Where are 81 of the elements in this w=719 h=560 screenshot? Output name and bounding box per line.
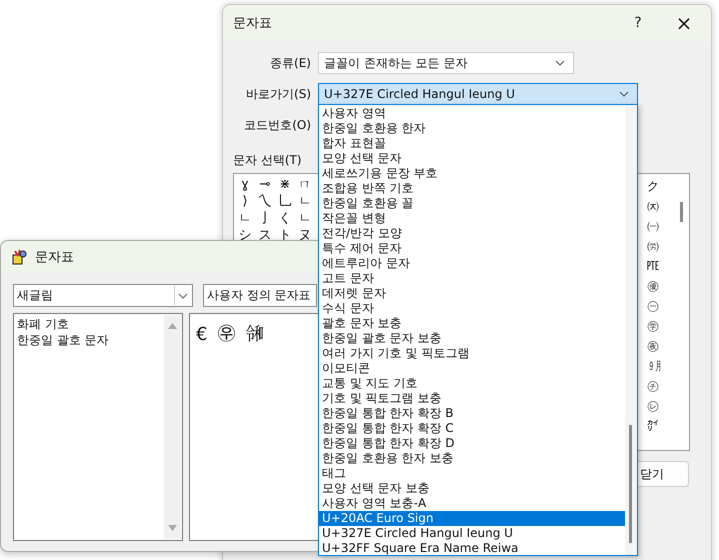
character-cell[interactable]: ㈠ bbox=[643, 216, 663, 236]
dropdown-item[interactable]: U+20AC Euro Sign bbox=[319, 511, 625, 526]
grid-label: 문자 선택(T) bbox=[233, 152, 302, 169]
scrollbar-thumb[interactable] bbox=[629, 425, 632, 543]
scroll-down-icon[interactable] bbox=[168, 525, 177, 531]
dropdown-item[interactable]: 기호 및 픽토그램 보충 bbox=[319, 391, 625, 406]
chevron-icon bbox=[619, 91, 629, 97]
character-cell[interactable]: 乚 bbox=[278, 193, 292, 210]
character-cell[interactable]: ヌ bbox=[298, 227, 312, 244]
character-cell[interactable]: ㊰ bbox=[643, 336, 663, 356]
field-label: 종류(E) bbox=[269, 54, 311, 72]
chevron-icon bbox=[555, 60, 565, 66]
dropdown-item[interactable]: 특수 제어 문자 bbox=[319, 241, 625, 256]
character-cell[interactable]: ㄇ bbox=[298, 176, 312, 193]
dropdown-item[interactable]: U+327E Circled Hangul Ieung U bbox=[319, 526, 625, 541]
dropdown-item[interactable]: 에트루리아 문자 bbox=[319, 256, 625, 271]
close-button[interactable]: × bbox=[661, 5, 707, 41]
character-cell[interactable]: ㈈ bbox=[643, 196, 663, 216]
dropdown-item[interactable]: 한중일 통합 한자 확장 C bbox=[319, 421, 625, 436]
character-cell[interactable]: く bbox=[278, 210, 292, 227]
category-item[interactable]: 화폐 기호 bbox=[17, 316, 160, 332]
chevron-icon bbox=[178, 292, 188, 298]
dropdown-item[interactable]: 한중일 호환용 한자 bbox=[319, 121, 625, 136]
dropdown-item[interactable]: 수식 문자 bbox=[319, 301, 625, 316]
dropdown-item[interactable]: 모양 선택 문자 bbox=[319, 151, 625, 166]
dropdown-item[interactable]: 세로쓰기용 문장 부호 bbox=[319, 166, 625, 181]
character-cell[interactable]: 亅 bbox=[258, 210, 272, 227]
character-cell[interactable]: ス bbox=[258, 227, 272, 244]
character-cell[interactable]: ㌋ bbox=[643, 416, 663, 436]
character-cell[interactable]: シ bbox=[238, 227, 252, 244]
character-cell[interactable]: ク bbox=[643, 176, 663, 196]
dropdown-item[interactable]: 교통 및 지도 기호 bbox=[319, 376, 625, 391]
table-dropdown[interactable]: 사용자 정의 문자표 bbox=[203, 284, 317, 307]
character-cell[interactable]: ㋹ bbox=[643, 396, 663, 416]
character-cell[interactable]: ㈸ bbox=[643, 236, 663, 256]
character-cell[interactable]: ⋇ bbox=[278, 176, 292, 193]
character-cell[interactable]: ㄴ bbox=[298, 193, 312, 210]
dropdown-item[interactable]: 한중일 호환용 꼴 bbox=[319, 196, 625, 211]
character-cell[interactable]: ㊝ bbox=[643, 276, 663, 296]
character-cell[interactable]: ɣ bbox=[238, 176, 252, 193]
goto-dropdown[interactable]: U+327E Circled Hangul Ieung U bbox=[318, 83, 638, 105]
character-cell[interactable]: 乀 bbox=[258, 193, 272, 210]
field-label: 코드번호(O) bbox=[243, 116, 311, 134]
scroll-up-icon[interactable] bbox=[168, 323, 177, 329]
dropdown-item[interactable]: 여러 가지 기호 및 픽토그램 bbox=[319, 346, 625, 361]
dropdown-item[interactable]: 괄호 문자 보충 bbox=[319, 316, 625, 331]
dropdown-item[interactable]: 합자 표현꼴 bbox=[319, 136, 625, 151]
character-cell[interactable]: ⟩ bbox=[238, 193, 252, 210]
character-cell[interactable]: ⊸ bbox=[258, 176, 272, 193]
dropdown-item[interactable]: 고트 문자 bbox=[319, 271, 625, 286]
character-cell[interactable]: ㊀ bbox=[643, 296, 663, 316]
dropdown-item[interactable]: 이모티콘 bbox=[319, 361, 625, 376]
window-title: 문자표 bbox=[233, 15, 272, 32]
character-cell[interactable]: ㄴ bbox=[298, 210, 312, 227]
character-cell[interactable]: ㋈ bbox=[643, 356, 663, 376]
character-cell[interactable]: ㉐ bbox=[643, 256, 663, 276]
dropdown-item[interactable]: 전각/반각 모양 bbox=[319, 226, 625, 241]
dropdown-item[interactable]: 조합용 반쪽 기호 bbox=[319, 181, 625, 196]
dropdown-item[interactable]: 사용자 영역 bbox=[319, 106, 625, 121]
character-cell[interactable]: ㊫ bbox=[643, 316, 663, 336]
scrollbar-thumb[interactable] bbox=[680, 202, 683, 222]
dropdown-item[interactable]: 한중일 통합 한자 확장 D bbox=[319, 436, 625, 451]
dropdown-item[interactable]: 한중일 통합 한자 확장 B bbox=[319, 406, 625, 421]
character-cell[interactable]: ㋠ bbox=[643, 376, 663, 396]
character-cell[interactable]: ㄴ bbox=[238, 210, 252, 227]
app-icon bbox=[11, 249, 27, 265]
character-cell[interactable]: € bbox=[196, 324, 208, 346]
character-cell[interactable]: ト bbox=[278, 227, 292, 244]
kind-dropdown[interactable]: 글꼴이 존재하는 모든 문자 bbox=[318, 52, 574, 74]
field-label: 바로가기(S) bbox=[245, 86, 311, 102]
dropdown-item[interactable]: 데저렛 문자 bbox=[319, 286, 625, 301]
category-item[interactable]: 한중일 괄호 문자 bbox=[17, 332, 160, 348]
dropdown-item[interactable]: 사용자 영역 보충-A bbox=[319, 496, 625, 511]
font-dropdown[interactable]: 새글림 bbox=[13, 284, 193, 307]
character-cell[interactable]: ㋿ bbox=[245, 324, 264, 346]
dropdown-item[interactable]: 작은꼴 변형 bbox=[319, 211, 625, 226]
character-cell[interactable]: ㉾ bbox=[217, 324, 236, 346]
dropdown-item[interactable]: U+32FF Square Era Name Reiwa bbox=[319, 541, 625, 556]
help-button[interactable]: ? bbox=[615, 5, 661, 41]
dropdown-item[interactable]: 한중일 괄호 문자 보충 bbox=[319, 331, 625, 346]
window-title: 문자표 bbox=[35, 249, 74, 266]
